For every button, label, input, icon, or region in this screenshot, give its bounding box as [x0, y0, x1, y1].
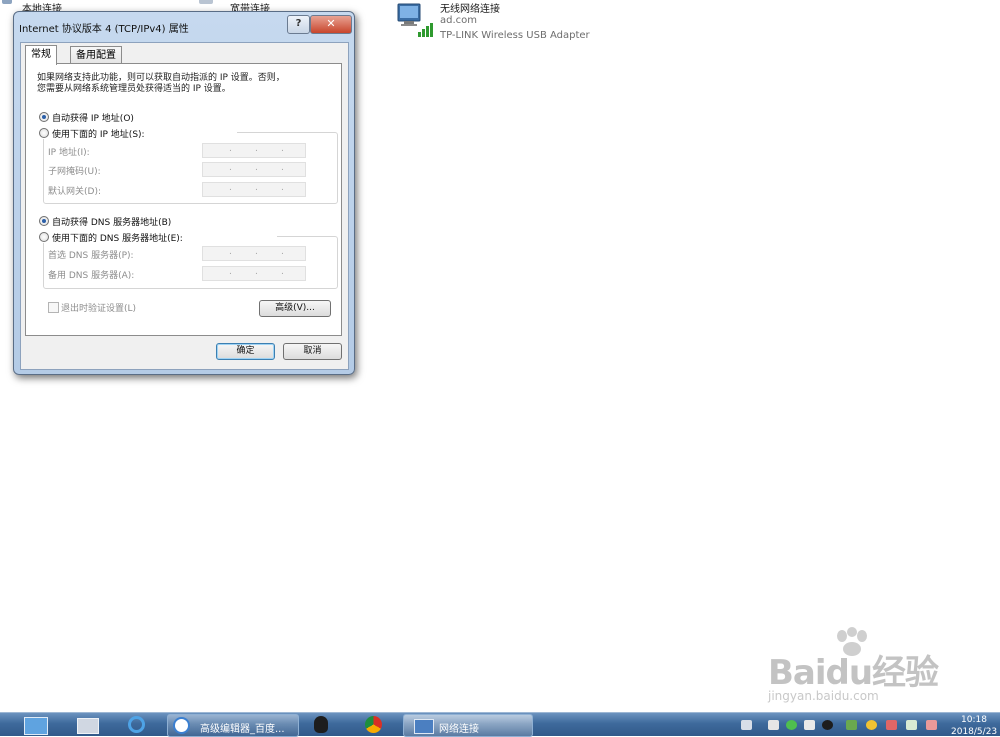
- network-icon: [2, 0, 12, 4]
- ie-button[interactable]: [123, 714, 153, 735]
- ip-manual-label: 使用下面的 IP 地址(S):: [52, 130, 145, 140]
- preferred-dns-label: 首选 DNS 服务器(P):: [48, 251, 134, 261]
- explorer-icon: [77, 718, 99, 734]
- explorer-button[interactable]: [74, 714, 100, 735]
- advanced-button[interactable]: 高级(V)...: [259, 300, 331, 317]
- show-desktop-button[interactable]: [22, 714, 48, 735]
- taskbar: 高级编辑器_百度... 网络连接 10:18 2018/5/23: [0, 712, 1000, 737]
- preferred-dns-input[interactable]: ...: [202, 246, 306, 261]
- connection-wireless[interactable]: 无线网络连接 ad.com TP-LINK Wireless USB Adapt…: [396, 0, 596, 42]
- ip-address-label: IP 地址(I):: [48, 148, 90, 158]
- alternate-dns-label: 备用 DNS 服务器(A):: [48, 271, 135, 281]
- tab-alternate-config[interactable]: 备用配置: [70, 46, 122, 64]
- cancel-button[interactable]: 取消: [283, 343, 342, 360]
- connection-wireless-label: 无线网络连接: [440, 4, 500, 15]
- ip-address-input[interactable]: ...: [202, 143, 306, 158]
- dns-manual-option[interactable]: 使用下面的 DNS 服务器地址(E):: [37, 231, 277, 244]
- default-gateway-label: 默认网关(D):: [48, 187, 101, 197]
- validate-checkbox[interactable]: [48, 302, 59, 313]
- signal-icon[interactable]: [906, 720, 917, 730]
- network-status-icon[interactable]: [886, 720, 897, 730]
- dns-auto-label: 自动获得 DNS 服务器地址(B): [52, 218, 172, 228]
- clock[interactable]: 10:18 2018/5/23: [945, 713, 998, 737]
- validate-option[interactable]: 退出时验证设置(L): [48, 301, 188, 314]
- tab-general[interactable]: 常规: [25, 45, 57, 65]
- tray-app-icon[interactable]: [846, 720, 857, 730]
- qq-icon: [314, 716, 328, 733]
- keyboard-icon[interactable]: [741, 720, 752, 730]
- add-icon[interactable]: [866, 720, 877, 730]
- taskbar-item-editor-label: 高级编辑器_百度...: [200, 724, 285, 735]
- description-line-1: 如果网络支持此功能，则可以获取自动指派的 IP 设置。否则，: [37, 73, 285, 83]
- dns-manual-label: 使用下面的 DNS 服务器地址(E):: [52, 234, 183, 244]
- ip-manual-radio[interactable]: [39, 128, 49, 138]
- connection-wireless-adapter: TP-LINK Wireless USB Adapter: [440, 30, 590, 41]
- watermark-logo-text: Baidu经验: [768, 653, 939, 693]
- validate-label: 退出时验证设置(L): [61, 304, 137, 314]
- description-line-2: 您需要从网络系统管理员处获得适当的 IP 设置。: [37, 84, 231, 94]
- subnet-mask-label: 子网掩码(U):: [48, 167, 101, 177]
- close-button[interactable]: ✕: [310, 15, 352, 34]
- dialog-title: Internet 协议版本 4 (TCP/IPv4) 属性: [19, 24, 189, 35]
- ip-manual-option[interactable]: 使用下面的 IP 地址(S):: [37, 127, 237, 140]
- wireless-network-icon: [397, 3, 433, 37]
- ip-auto-option[interactable]: 自动获得 IP 地址(O): [37, 111, 237, 124]
- taskbar-item-network-label: 网络连接: [439, 724, 479, 735]
- taskbar-item-editor[interactable]: 高级编辑器_百度...: [167, 714, 299, 737]
- volume-muted-icon[interactable]: [926, 720, 937, 730]
- subnet-mask-input[interactable]: ...: [202, 162, 306, 177]
- default-gateway-input[interactable]: ...: [202, 182, 306, 197]
- connection-wireless-domain: ad.com: [440, 15, 478, 26]
- dialog-client-area: 常规 备用配置 如果网络支持此功能，则可以获取自动指派的 IP 设置。否则， 您…: [20, 42, 349, 370]
- taskbar-item-network[interactable]: 网络连接: [403, 714, 533, 737]
- tray-app-icon[interactable]: [768, 720, 779, 730]
- clock-date: 2018/5/23: [951, 727, 998, 737]
- chrome-button[interactable]: [360, 714, 388, 735]
- network-icon: [199, 0, 213, 4]
- clock-time: 10:18: [961, 715, 987, 725]
- sogou-icon: [173, 717, 190, 734]
- wechat-icon[interactable]: [786, 720, 797, 730]
- dns-auto-radio[interactable]: [39, 216, 49, 226]
- help-button[interactable]: ?: [287, 15, 310, 34]
- watermark-url: jingyan.baidu.com: [768, 689, 879, 703]
- ip-auto-radio[interactable]: [39, 112, 49, 122]
- qq-button[interactable]: [308, 714, 336, 735]
- tray-app-icon[interactable]: [804, 720, 815, 730]
- ie-icon: [128, 716, 145, 733]
- network-connections-icon: [414, 719, 434, 734]
- qq-tray-icon[interactable]: [822, 720, 833, 730]
- ip-auto-label: 自动获得 IP 地址(O): [52, 114, 134, 124]
- tcpip-properties-dialog: Internet 协议版本 4 (TCP/IPv4) 属性 ? ✕ 常规 备用配…: [13, 11, 355, 375]
- tab-panel-general: 如果网络支持此功能，则可以获取自动指派的 IP 设置。否则， 您需要从网络系统管…: [25, 63, 342, 336]
- alternate-dns-input[interactable]: ...: [202, 266, 306, 281]
- chrome-icon: [365, 716, 382, 733]
- dns-auto-option[interactable]: 自动获得 DNS 服务器地址(B): [37, 215, 257, 228]
- dns-manual-radio[interactable]: [39, 232, 49, 242]
- ok-button[interactable]: 确定: [216, 343, 275, 360]
- desktop-icon: [24, 717, 48, 735]
